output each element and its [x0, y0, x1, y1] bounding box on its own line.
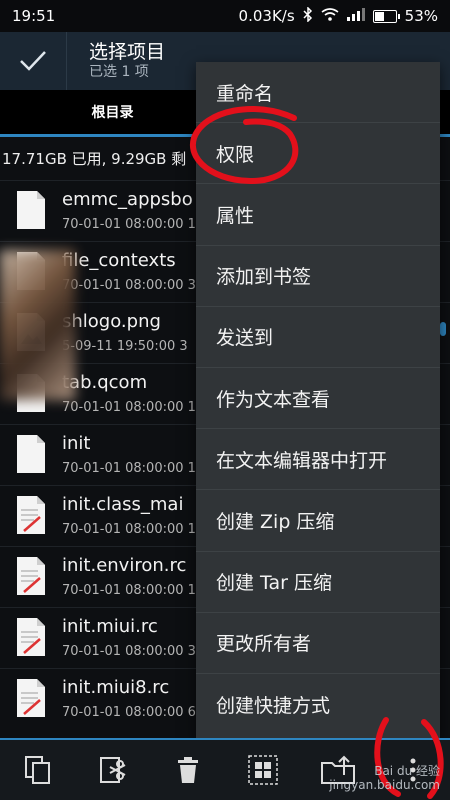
copy-button[interactable] [18, 750, 58, 790]
file-meta: 70-01-01 08:00:00 1 [62, 400, 196, 415]
context-menu: 重命名 权限 属性 添加到书签 发送到 作为文本查看 在文本编辑器中打开 创建 Zip 压缩创… [196, 62, 440, 738]
menu-item[interactable]: 权限 [196, 123, 440, 185]
file-icon [16, 190, 46, 230]
delete-icon [177, 757, 198, 783]
script-file-icon [16, 678, 46, 718]
file-name: init.miui.rc [62, 616, 158, 637]
file-name: init.class_mai [62, 494, 184, 515]
file-meta: 70-01-01 08:00:00 1 [62, 217, 196, 232]
cut-icon [99, 757, 125, 783]
done-button[interactable] [0, 32, 67, 90]
script-file-icon [16, 617, 46, 657]
menu-item[interactable]: 发送到 [196, 307, 440, 368]
scroll-indicator[interactable] [440, 322, 446, 336]
script-file-icon [16, 495, 46, 535]
delete-button[interactable] [168, 750, 208, 790]
file-name: init.miui8.rc [62, 677, 170, 698]
file-meta: 70-01-01 08:00:00 3 [62, 644, 196, 659]
bluetooth-icon [303, 5, 313, 26]
file-name: emmc_appsbo [62, 189, 193, 210]
file-name: file_contexts [62, 250, 176, 271]
watermark-url: jingyan.baidu.com [329, 778, 440, 792]
status-icons: 0.03K/s 53% [238, 5, 438, 26]
file-name: init.environ.rc [62, 555, 187, 576]
signal-icon [346, 7, 365, 25]
menu-item[interactable]: 创建 Tar 压缩 [196, 552, 440, 613]
menu-item[interactable]: 创建 Zip 压缩 [196, 490, 440, 552]
net-speed: 0.03K/s [238, 7, 295, 25]
menu-item[interactable]: 更改所有者 [196, 613, 440, 674]
select-all-icon [247, 755, 278, 785]
menu-item[interactable]: 属性 [196, 184, 440, 246]
watermark-brand: Bai du 经验 [374, 764, 440, 778]
baidu-watermark: Bai du 经验 jingyan.baidu.com [329, 764, 440, 792]
menu-item[interactable]: 作为文本查看 [196, 368, 440, 430]
battery-percent: 53% [404, 7, 438, 25]
copy-icon [24, 756, 50, 784]
cut-button[interactable] [93, 750, 133, 790]
file-meta: 70-01-01 08:00:00 1 [62, 461, 196, 476]
status-bar: 19:51 0.03K/s 53% [0, 0, 450, 32]
page-title: 选择项目 [89, 41, 166, 63]
script-file-icon [16, 556, 46, 596]
menu-item[interactable]: 创建快捷方式 [196, 674, 440, 735]
menu-item[interactable]: 在文本编辑器中打开 [196, 429, 440, 491]
file-meta: 5-09-11 19:50:00 3 [62, 339, 188, 354]
file-meta: 70-01-01 08:00:00 1 [62, 522, 196, 537]
selection-count: 已选 1 项 [89, 64, 149, 80]
battery-icon [372, 9, 400, 23]
file-icon [16, 434, 46, 474]
tab-root[interactable]: 根目录 [0, 102, 225, 122]
selection-title: 选择项目 已选 1 项 [67, 41, 165, 81]
menu-item[interactable]: 重命名 [196, 62, 440, 124]
file-meta: 70-01-01 08:00:00 6 [62, 705, 196, 720]
status-time: 19:51 [12, 7, 56, 25]
file-meta: 70-01-01 08:00:00 1 [62, 583, 196, 598]
obscured-region [0, 250, 75, 400]
select-all-button[interactable] [243, 750, 283, 790]
file-name: init [62, 433, 91, 454]
file-meta: 70-01-01 08:00:00 3 [62, 278, 196, 293]
menu-item[interactable]: 添加到书签 [196, 246, 440, 307]
file-name: shlogo.png [62, 311, 161, 332]
wifi-icon [321, 7, 339, 25]
check-icon [20, 51, 46, 71]
